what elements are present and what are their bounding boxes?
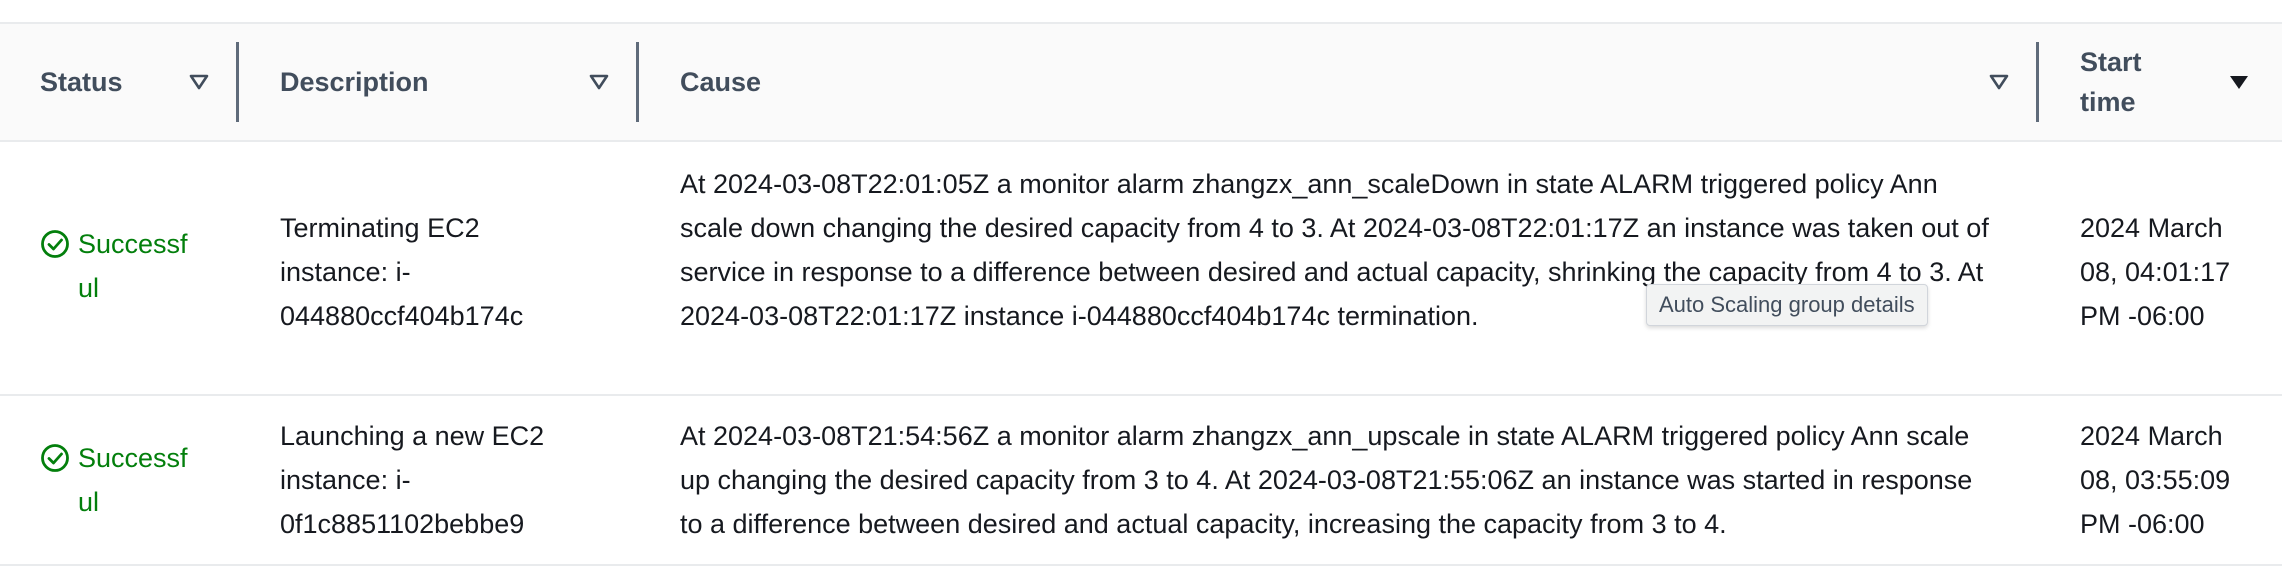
start-time-cell: 2024 March 08, 03:55:09 PM -06:00 xyxy=(2080,421,2231,539)
tooltip: Auto Scaling group details xyxy=(1646,284,1928,326)
status-cell: Successful xyxy=(40,222,200,310)
check-circle-icon xyxy=(41,230,69,258)
column-header-label: Description xyxy=(280,67,429,97)
status-cell: Successful xyxy=(40,436,200,524)
sort-caret-icon[interactable] xyxy=(1986,69,2012,95)
sort-caret-active-icon[interactable] xyxy=(2226,69,2252,95)
column-header-cause[interactable]: Cause xyxy=(680,24,1980,140)
column-header-label: Status xyxy=(40,67,123,97)
cause-cell: At 2024-03-08T21:54:56Z a monitor alarm … xyxy=(680,421,1973,539)
column-header-label: Start time xyxy=(2080,47,2142,117)
cause-text-tail: termination. xyxy=(1337,301,1479,331)
column-header-label: Cause xyxy=(680,67,762,97)
column-divider[interactable] xyxy=(2036,42,2039,122)
top-strip xyxy=(0,0,2282,24)
description-cell: Terminating EC2 instance: i-044880ccf404… xyxy=(280,213,524,331)
table-row[interactable]: Successful Launching a new EC2 instance:… xyxy=(0,396,2282,566)
column-header-start-time[interactable]: Start time xyxy=(2080,24,2190,140)
column-header-description[interactable]: Description xyxy=(280,24,580,140)
status-text: Successful xyxy=(78,229,188,303)
table-header: Status Description Cause Start time xyxy=(0,24,2282,142)
sort-caret-icon[interactable] xyxy=(586,69,612,95)
status-text: Successful xyxy=(78,443,188,517)
start-time-cell: 2024 March 08, 04:01:17 PM -06:00 xyxy=(2080,213,2231,331)
column-divider[interactable] xyxy=(636,42,639,122)
column-divider[interactable] xyxy=(236,42,239,122)
description-cell: Launching a new EC2 instance: i-0f1c8851… xyxy=(280,421,545,539)
check-circle-icon xyxy=(41,444,69,472)
table-row[interactable]: Successful Terminating EC2 instance: i-0… xyxy=(0,142,2282,396)
sort-caret-icon[interactable] xyxy=(186,69,212,95)
